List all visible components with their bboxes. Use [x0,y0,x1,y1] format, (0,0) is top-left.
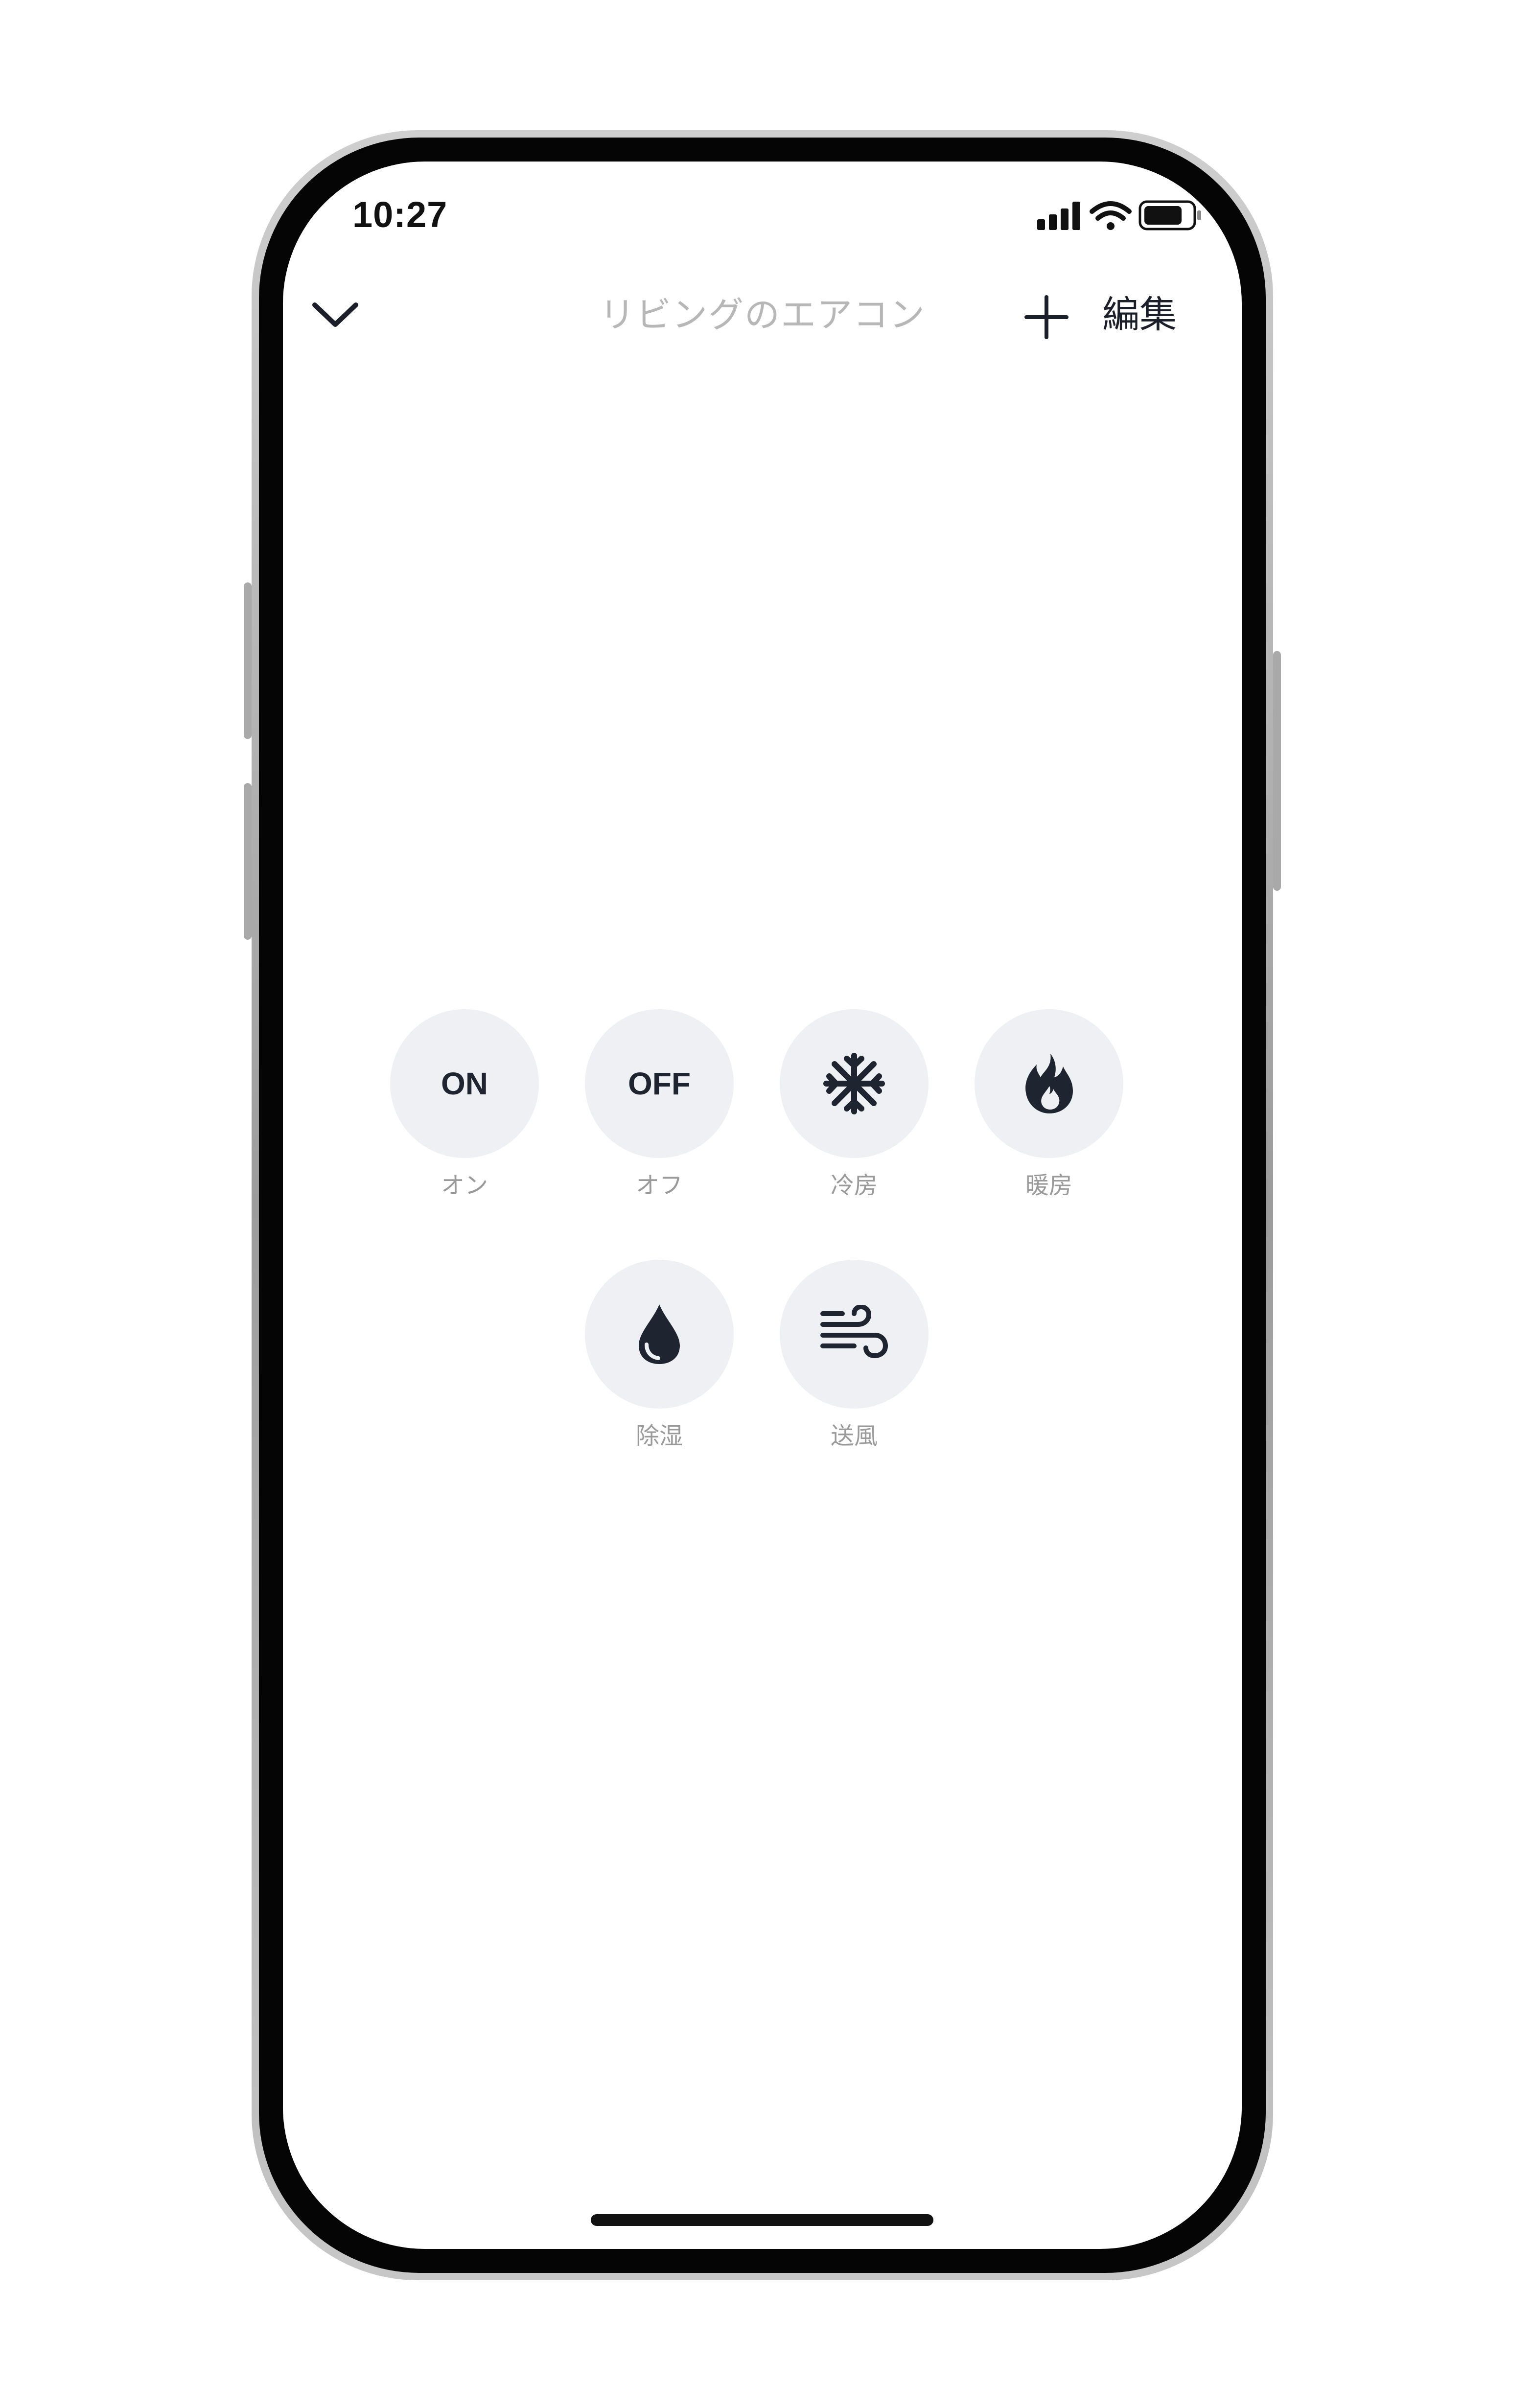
action-fan[interactable]: 送風 [771,1260,937,1465]
cool-label: 冷房 [830,1172,878,1199]
action-cool[interactable]: 冷房 [771,1009,937,1215]
on-button[interactable]: ON [390,1009,539,1158]
signal-icon [1037,202,1080,230]
volume-up-button [244,582,252,739]
fan-label: 送風 [830,1422,878,1450]
status-time: 10:27 [352,194,448,235]
off-button[interactable]: OFF [585,1009,734,1158]
on-label: オン [441,1172,488,1199]
chevron-down-icon[interactable] [308,288,362,342]
off-icon-text: OFF [628,1066,691,1101]
action-dry[interactable]: 除湿 [576,1260,743,1465]
edit-button[interactable]: 編集 [1086,288,1193,342]
action-on[interactable]: ON オン [381,1009,548,1215]
fan-button[interactable] [780,1260,929,1409]
wifi-icon [1090,201,1132,230]
water-drop-icon [639,1304,680,1364]
app-screen: 10:27 リビングのエアコン 編集 ON オン OFF オフ 冷房 暖房 除湿… [283,162,1242,2249]
dry-label: 除湿 [635,1422,683,1450]
home-indicator[interactable] [591,2214,933,2226]
action-heat[interactable]: 暖房 [966,1009,1132,1215]
off-label: オフ [635,1172,683,1199]
heat-button[interactable] [975,1009,1123,1158]
flame-icon [1025,1054,1073,1113]
action-off[interactable]: OFF オフ [576,1009,743,1215]
snowflake-icon [823,1053,885,1114]
wind-icon [820,1305,888,1359]
heat-label: 暖房 [1025,1172,1072,1199]
dry-button[interactable] [585,1260,734,1409]
battery-icon [1138,200,1201,231]
volume-down-button [244,783,252,940]
status-indicators [1037,200,1201,231]
plus-icon[interactable] [1017,288,1076,347]
on-icon-text: ON [441,1066,488,1101]
page-title: リビングのエアコン [599,294,926,335]
power-button [1273,651,1281,891]
status-icons [1037,198,1204,232]
cool-button[interactable] [780,1009,929,1158]
